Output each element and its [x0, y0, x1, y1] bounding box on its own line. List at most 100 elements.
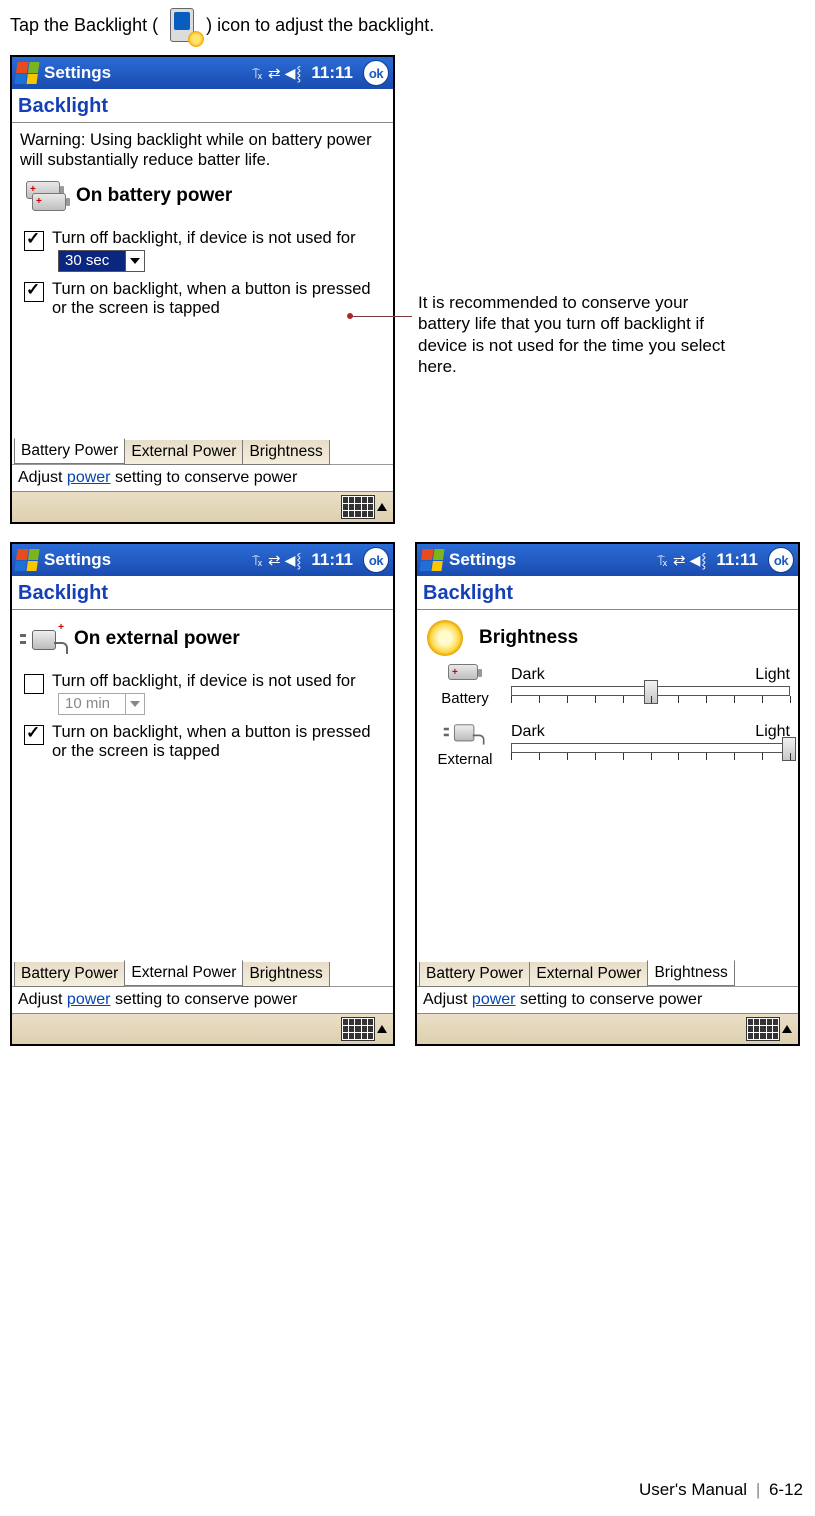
keyboard-icon[interactable] [746, 1017, 780, 1041]
checkbox-turn-on[interactable] [24, 725, 44, 745]
external-slider-icon: External [425, 717, 505, 768]
speaker-icon [285, 553, 302, 567]
sync-icon [268, 553, 277, 568]
tab-external-power[interactable]: External Power [124, 960, 243, 986]
plug-icon: + [26, 624, 64, 654]
signal-icon [252, 553, 260, 567]
tab-brightness[interactable]: Brightness [242, 962, 329, 987]
checkbox-turn-off-label: Turn off backlight, if device is not use… [52, 229, 356, 247]
screen-header: Backlight [12, 89, 393, 123]
signal-icon [252, 66, 260, 80]
hint-line: Adjust power setting to conserve power [12, 464, 393, 491]
speaker-icon [690, 553, 707, 567]
ok-button[interactable]: ok [363, 547, 389, 573]
slider-track[interactable] [511, 686, 790, 696]
titlebar: Settings 11:11 ok [417, 544, 798, 576]
checkbox-turn-on-label: Turn on backlight, when a button is pres… [52, 723, 381, 761]
battery-icon: + + [26, 181, 66, 211]
footer-label: User's Manual [639, 1480, 747, 1499]
speaker-icon [285, 66, 302, 80]
tab-strip: Battery Power External Power Brightness [417, 958, 798, 986]
tab-brightness[interactable]: Brightness [647, 960, 734, 986]
tab-battery-power[interactable]: Battery Power [14, 438, 125, 464]
sip-bar [12, 491, 393, 522]
chevron-down-icon [126, 250, 145, 272]
tab-brightness[interactable]: Brightness [242, 440, 329, 465]
hint-line: Adjust power setting to conserve power [417, 986, 798, 1013]
chevron-up-icon[interactable] [377, 503, 387, 511]
timeout-value: 30 sec [58, 250, 126, 272]
sync-icon [673, 553, 682, 568]
clock: 11:11 [311, 550, 353, 570]
keyboard-icon[interactable] [341, 1017, 375, 1041]
ok-button[interactable]: ok [363, 60, 389, 86]
callout-line [350, 316, 412, 317]
chevron-up-icon[interactable] [377, 1025, 387, 1033]
slider-track[interactable] [511, 743, 790, 753]
tab-battery-power[interactable]: Battery Power [419, 962, 530, 987]
status-icons [252, 553, 301, 568]
tab-battery-power[interactable]: Battery Power [14, 962, 125, 987]
page-footer: User's Manual | 6-12 [639, 1480, 803, 1500]
titlebar: Settings 11:11 ok [12, 544, 393, 576]
start-icon[interactable] [14, 62, 39, 84]
clock: 11:11 [311, 63, 353, 83]
section-title: On battery power [76, 185, 232, 207]
intro-pre: Tap the Backlight ( [10, 15, 158, 36]
start-icon[interactable] [419, 549, 444, 571]
intro-post: ) icon to adjust the backlight. [206, 15, 434, 36]
status-icons [657, 553, 706, 568]
section-heading: + + On battery power [26, 181, 385, 211]
tab-strip: Battery Power External Power Brightness [12, 958, 393, 986]
signal-icon [657, 553, 665, 567]
keyboard-icon[interactable] [341, 495, 375, 519]
slider-dark-label: Dark [511, 723, 545, 741]
timeout-dropdown[interactable]: 10 min [58, 693, 145, 715]
tab-strip: Battery Power External Power Brightness [12, 436, 393, 464]
checkbox-turn-on[interactable] [24, 282, 44, 302]
titlebar-title: Settings [449, 550, 516, 570]
hint-line: Adjust power setting to conserve power [12, 986, 393, 1013]
titlebar: Settings 11:11 ok [12, 57, 393, 89]
tab-external-power[interactable]: External Power [124, 440, 243, 465]
status-icons [252, 66, 301, 81]
timeout-value: 10 min [58, 693, 126, 715]
checkbox-turn-off-label: Turn off backlight, if device is not use… [52, 672, 356, 690]
checkbox-turn-off[interactable] [24, 231, 44, 251]
screenshot-brightness: Settings 11:11 ok Backlight Brightness [415, 542, 800, 1046]
footer-page: 6-12 [769, 1480, 803, 1499]
start-icon[interactable] [14, 549, 39, 571]
battery-slider-label: Battery [441, 690, 489, 707]
screen-header: Backlight [417, 576, 798, 610]
sip-bar [12, 1013, 393, 1044]
slider-ticks [511, 696, 790, 706]
slider-ticks [511, 753, 790, 763]
intro-line: Tap the Backlight ( ) icon to adjust the… [10, 5, 805, 45]
warning-text: Warning: Using backlight while on batter… [20, 131, 385, 171]
section-title: On external power [74, 628, 240, 650]
power-link[interactable]: power [67, 991, 111, 1008]
battery-slider-icon: + Battery [425, 664, 505, 707]
callout-text: It is recommended to conserve your batte… [418, 292, 728, 377]
screen-header: Backlight [12, 576, 393, 610]
external-slider[interactable]: Dark Light [511, 723, 790, 763]
power-link[interactable]: power [472, 991, 516, 1008]
tab-external-power[interactable]: External Power [529, 962, 648, 987]
titlebar-title: Settings [44, 63, 111, 83]
sun-icon [427, 620, 463, 656]
titlebar-title: Settings [44, 550, 111, 570]
ok-button[interactable]: ok [768, 547, 794, 573]
chevron-up-icon[interactable] [782, 1025, 792, 1033]
screenshot-battery-power: Settings 11:11 ok Backlight Warning: Usi… [10, 55, 395, 524]
external-slider-label: External [437, 751, 492, 768]
battery-slider[interactable]: Dark Light [511, 666, 790, 706]
checkbox-turn-off[interactable] [24, 674, 44, 694]
section-heading: + On external power [26, 624, 385, 654]
power-link[interactable]: power [67, 469, 111, 486]
clock: 11:11 [716, 550, 758, 570]
timeout-dropdown[interactable]: 30 sec [58, 250, 145, 272]
slider-dark-label: Dark [511, 666, 545, 684]
section-title: Brightness [479, 627, 578, 649]
sip-bar [417, 1013, 798, 1044]
chevron-down-icon [126, 693, 145, 715]
